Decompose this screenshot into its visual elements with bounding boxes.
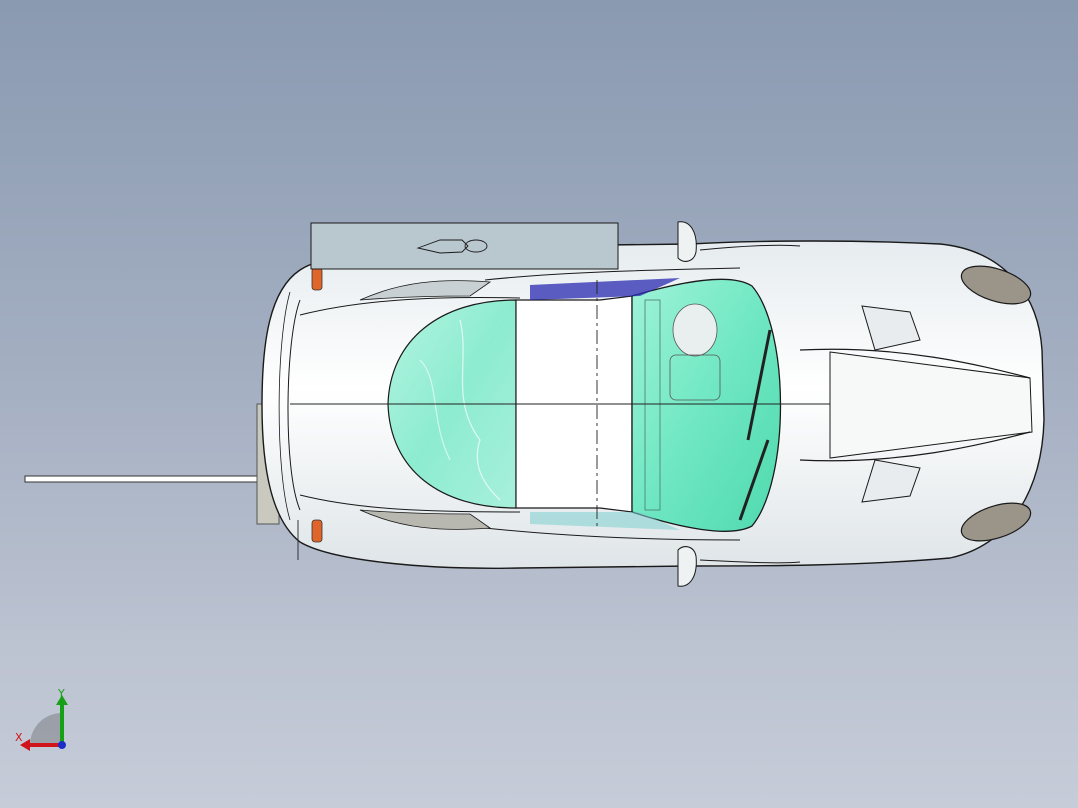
seat — [672, 303, 718, 357]
axis-triad[interactable]: X Y — [10, 685, 80, 755]
overlay-panel[interactable] — [310, 222, 619, 270]
tail-light-right — [311, 519, 323, 543]
axis-triad-graphic — [20, 695, 68, 751]
mirror-top[interactable] — [677, 221, 697, 262]
graphics-viewport[interactable]: X Y — [0, 0, 1078, 808]
car-model-top-view[interactable] — [0, 0, 1078, 808]
mirror-bottom[interactable] — [677, 546, 697, 587]
tail-light-left — [311, 267, 323, 291]
rod-part[interactable] — [24, 475, 298, 483]
axis-y-label: Y — [58, 687, 65, 700]
axis-x-label: X — [15, 731, 23, 744]
